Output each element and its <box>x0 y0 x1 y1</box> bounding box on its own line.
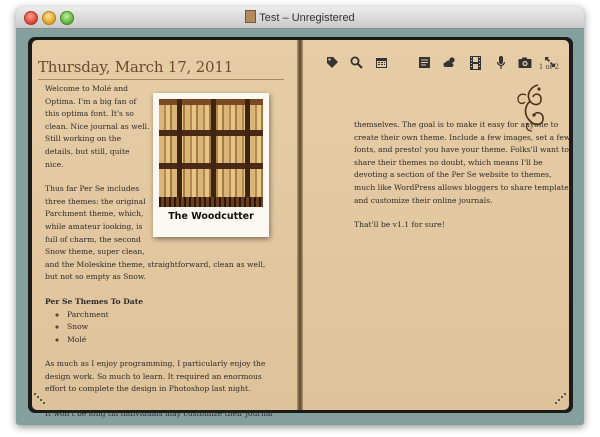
camera-icon[interactable] <box>518 57 532 71</box>
tag-icon[interactable] <box>325 56 339 70</box>
weather-icon[interactable] <box>443 56 457 70</box>
paragraph-version: That'll be v1.1 for sure! <box>354 220 445 230</box>
flourish-ornament-icon <box>517 84 544 132</box>
window-title: Test – Unregistered <box>259 12 355 24</box>
text-line: details, but still, quite <box>45 146 130 156</box>
text-line: nice. <box>45 159 64 169</box>
text-line: Parchment theme, which, <box>45 209 144 219</box>
calendar-icon[interactable] <box>374 56 388 70</box>
text-line: Snow theme, super clean, <box>45 247 145 257</box>
date-divider <box>38 79 284 80</box>
text-line: Thus far Per Se includes <box>45 184 140 194</box>
left-page-text[interactable]: Welcome to Molé and Optima. I'm a big fa… <box>45 83 280 425</box>
page-curl-right-icon[interactable] <box>553 392 567 404</box>
text-line: Welcome to Molé and <box>45 84 129 93</box>
fullscreen-icon[interactable] <box>543 56 557 70</box>
document-icon <box>245 10 257 23</box>
text-line: Optima. I'm a big fan of <box>45 96 137 106</box>
film-icon[interactable] <box>468 56 482 70</box>
list-item: Molé <box>67 334 280 347</box>
search-icon[interactable] <box>349 56 363 70</box>
entry-date: Thursday, March 17, 2011 <box>38 58 234 76</box>
book-spine <box>297 40 303 410</box>
journal-book: Thursday, March 17, 2011 1 of 2 The Wood… <box>28 37 574 418</box>
title-bar[interactable]: Test – Unregistered <box>16 7 584 29</box>
list-item: Parchment <box>67 309 280 322</box>
text-line: clean. Nice journal as well. <box>45 121 150 131</box>
paragraph-intro: Welcome to Molé and Optima. I'm a big fa… <box>45 83 280 171</box>
page-curl-left-icon[interactable] <box>33 392 47 404</box>
notes-icon[interactable] <box>417 56 431 70</box>
app-window: Test – Unregistered Thursday, March 17, … <box>16 7 584 425</box>
text-line: three themes: the original <box>45 196 146 206</box>
text-line: Still working on the <box>45 134 122 144</box>
themes-heading: Per Se Themes To Date <box>45 296 144 306</box>
paragraph-themes: Thus far Per Se includes three themes: t… <box>45 183 280 284</box>
text-line: this optima font. It's so <box>45 109 134 119</box>
right-page-text[interactable]: themselves. The goal is to make it easy … <box>354 119 574 244</box>
paragraph-design: As much as I enjoy programming, I partic… <box>45 359 266 394</box>
microphone-icon[interactable] <box>494 56 508 70</box>
text-line: full of charm, the second <box>45 234 141 244</box>
paragraph-customize: It won't be long till individuals may cu… <box>45 409 273 419</box>
list-item: Snow <box>67 321 280 334</box>
themes-list: Parchment Snow Molé <box>45 309 280 347</box>
text-line: and the Moleskine theme, straightforward… <box>45 259 266 282</box>
window-title-wrap: Test – Unregistered <box>16 10 584 24</box>
text-line: while amateur looking, is <box>45 221 143 231</box>
